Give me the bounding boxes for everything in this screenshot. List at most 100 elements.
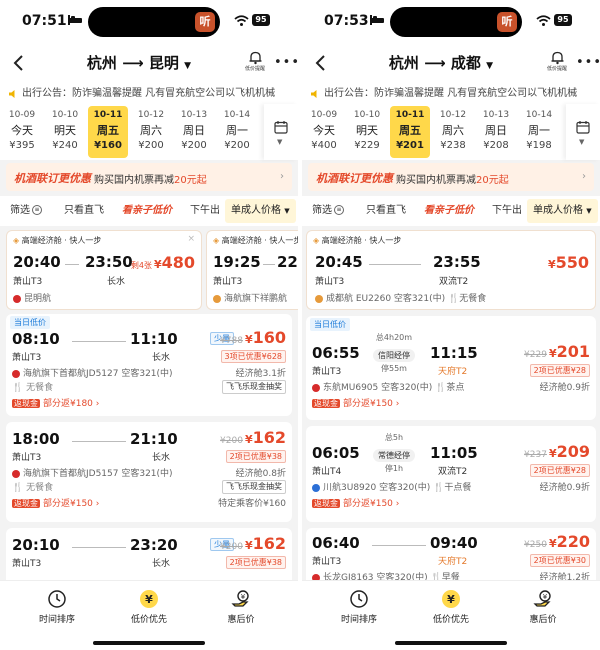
weekday-label: 今天 <box>313 124 335 137</box>
sort-by-price-tab[interactable]: ¥ 低价优先 <box>104 589 194 625</box>
departure-airport: 萧山T3 <box>312 367 342 377</box>
date-cell[interactable]: 10-13 周日 ¥208 <box>476 106 516 158</box>
home-indicator[interactable] <box>395 641 507 645</box>
discount-tag: 2项已优惠¥38 <box>225 450 286 463</box>
tab-label: 时间排序 <box>38 615 75 625</box>
price-value: 220 <box>556 532 590 551</box>
bell-icon <box>249 51 261 65</box>
original-price: ¥229 <box>524 350 547 360</box>
airline-logo-icon <box>312 483 320 492</box>
date-cell-selected[interactable]: 10-11 周五 ¥160 <box>88 106 128 158</box>
weekday-label: 周日 <box>183 124 205 137</box>
original-price: ¥237 <box>524 450 547 460</box>
date-cell[interactable]: 10-10 明天 ¥240 <box>45 106 85 158</box>
family-price-filter[interactable]: 看亲子低价 <box>122 200 172 222</box>
original-price: ¥250 <box>524 540 547 550</box>
departure-time: 20:40 <box>13 253 61 271</box>
sort-by-price-tab[interactable]: ¥ 低价优先 <box>406 589 496 625</box>
calendar-button[interactable]: ▼ <box>264 104 298 160</box>
price-alert-button[interactable]: 低价提醒 <box>542 50 572 78</box>
special-passenger-price: 特定乘客价¥160 <box>218 499 286 509</box>
airline-info: 成都航 EU2260 空客321(中) 🍴无餐食 <box>315 291 486 304</box>
stopover-city: 常德经停 <box>373 449 415 462</box>
date-cell[interactable]: 10-10 明天 ¥229 <box>347 106 387 158</box>
discount-hand-icon: ¥ <box>231 590 249 607</box>
date-cell[interactable]: 10-12 周六 ¥238 <box>433 106 473 158</box>
sort-by-time-tab[interactable]: 时间排序 <box>314 589 404 625</box>
filter-icon: ≡ <box>334 205 344 215</box>
date-label: 10-12 <box>137 110 165 120</box>
svg-text:¥: ¥ <box>447 593 455 606</box>
departure-time: 06:40 <box>312 534 360 552</box>
price-type-select[interactable]: 单成人价格 ▼ <box>527 199 598 223</box>
price-value: 209 <box>556 442 590 461</box>
more-icon[interactable]: ••• <box>274 56 298 69</box>
date-cell[interactable]: 10-14 周一 ¥200 <box>217 106 257 158</box>
flight-card[interactable]: 当日低价 06:55 总4h20m 信阳经停 停55m 11:15 萧山T3 天… <box>306 316 596 420</box>
date-cell[interactable]: 10-14 周一 ¥198 <box>519 106 559 158</box>
flight-price: ¥250 ¥220 <box>524 532 590 551</box>
route-line <box>263 264 275 265</box>
afternoon-filter[interactable]: 下午出 <box>492 200 522 222</box>
date-cell[interactable]: 10-13 周日 ¥200 <box>174 106 214 158</box>
notice-text: 出行公告：防诈骗温馨提醒 凡有冒充航空公司以飞机机械 <box>22 88 276 99</box>
flight-card[interactable]: 20:10 23:20 萧山T3 长水 少量 ¥200 ¥162 2项已优惠¥38 <box>6 528 292 588</box>
filter-button[interactable]: 筛选 ≡ <box>10 200 42 222</box>
price-alert-button[interactable]: 低价提醒 <box>240 50 270 78</box>
weekday-label: 周五 <box>97 124 119 137</box>
notice-bar[interactable]: 出行公告：防诈骗温馨提醒 凡有冒充航空公司以飞机机械 <box>0 84 298 104</box>
premium-flight-card[interactable]: ◈ 高端经济舱 · 快人一步 20:45 23:55 萧山T3 双流T2 ¥55… <box>306 230 596 310</box>
airline-info: 海航旗下首都航JD5157 空客321(中) <box>12 466 173 479</box>
chevron-right-icon: › <box>92 499 100 509</box>
departure-airport: 萧山T3 <box>12 559 42 569</box>
route-title[interactable]: 杭州 ⟶ 昆明 ▼ <box>50 52 228 73</box>
afternoon-filter[interactable]: 下午出 <box>190 200 220 222</box>
filter-button[interactable]: 筛选 ≡ <box>312 200 344 222</box>
sort-by-discount-tab[interactable]: ¥ 惠后价 <box>498 589 588 625</box>
direct-only-filter[interactable]: 只看直飞 <box>366 200 406 222</box>
arrival-time: 22: <box>277 253 298 271</box>
lottery-tag: 飞飞乐现金抽奖 <box>222 480 286 494</box>
premium-flight-card[interactable]: ◈ 高端经济舱 · 快人一步 × 20:40 23:50 萧山T3 长水 剩4张… <box>6 230 202 310</box>
date-cell[interactable]: 10-09 今天 ¥395 <box>2 106 42 158</box>
date-cell[interactable]: 10-12 周六 ¥200 <box>131 106 171 158</box>
home-indicator[interactable] <box>93 641 205 645</box>
date-price: ¥200 <box>224 140 250 151</box>
chevron-right-icon: › <box>280 171 284 182</box>
promo-banner[interactable]: 机酒联订更优惠 购买国内机票再减20元起 › <box>6 163 292 191</box>
flight-card[interactable]: 18:00 21:10 萧山T3 长水 ¥200 ¥162 2项已优惠¥38 海航… <box>6 422 292 522</box>
price-type-select[interactable]: 单成人价格 ▼ <box>225 199 296 223</box>
date-cell-selected[interactable]: 10-11 周五 ¥201 <box>390 106 430 158</box>
price-value: 480 <box>161 253 195 272</box>
family-price-filter[interactable]: 看亲子低价 <box>424 200 474 222</box>
date-label: 10-14 <box>525 110 553 120</box>
route-line <box>72 441 126 442</box>
premium-flight-card[interactable]: ◈ 高端经济舱 · 快人一步 19:25 22: 萧山T3 海航旗下祥鹏航 <box>206 230 298 310</box>
promo-banner[interactable]: 机酒联订更优惠 购买国内机票再减20元起 › <box>308 163 594 191</box>
medal-icon: ◈ <box>213 236 220 245</box>
cashback-label: 部分返¥150 <box>43 499 93 509</box>
notice-bar[interactable]: 出行公告：防诈骗温馨提醒 凡有冒充航空公司以飞机机械 <box>302 84 600 104</box>
calendar-button[interactable]: ▼ <box>566 104 600 160</box>
sort-by-discount-tab[interactable]: ¥ 惠后价 <box>196 589 286 625</box>
airline-info: 川航3U8920 空客320(中) 🍴干点餐 <box>312 480 471 493</box>
route-title[interactable]: 杭州 ⟶ 成都 ▼ <box>352 52 530 73</box>
more-icon[interactable]: ••• <box>576 56 600 69</box>
weekday-label: 周六 <box>442 124 464 137</box>
weekday-label: 明天 <box>356 124 378 137</box>
date-label: 10-13 <box>180 110 208 120</box>
dynamic-island: 听 <box>88 7 220 37</box>
close-icon[interactable]: × <box>187 234 195 244</box>
back-arrow-icon[interactable] <box>10 54 28 72</box>
sort-by-time-tab[interactable]: 时间排序 <box>12 589 102 625</box>
date-cell[interactable]: 10-09 今天 ¥400 <box>304 106 344 158</box>
back-arrow-icon[interactable] <box>312 54 330 72</box>
direct-only-filter[interactable]: 只看直飞 <box>64 200 104 222</box>
medal-icon: ◈ <box>313 236 320 245</box>
flight-card[interactable]: 当日低价 08:10 11:10 萧山T3 长水 少量 ¥788 ¥160 3项已… <box>6 314 292 416</box>
cashback-info: 返现金 部分返¥150 › <box>12 496 99 509</box>
chevron-down-icon: ▼ <box>586 207 592 215</box>
chevron-down-icon: ▼ <box>284 207 290 215</box>
flight-card[interactable]: 06:05 总5h 常德经停 停1h 11:05 萧山T4 双流T2 ¥237 ¥… <box>306 426 596 522</box>
destination-city: 成都 <box>450 54 481 72</box>
